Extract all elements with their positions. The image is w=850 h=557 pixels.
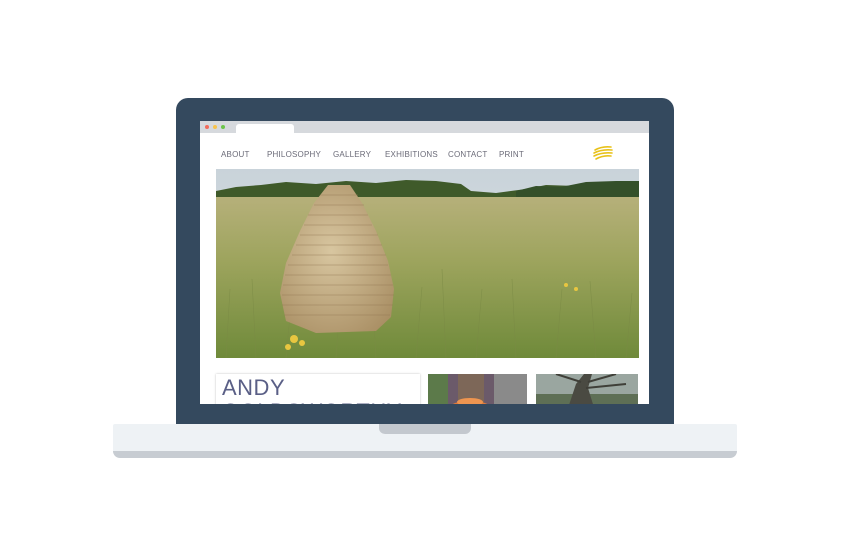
- laptop-base-edge: [113, 451, 737, 458]
- nav-item-exhibitions[interactable]: EXHIBITIONS: [385, 150, 438, 159]
- gallery-thumbnail-2[interactable]: [536, 374, 638, 404]
- hero-image: [216, 169, 639, 358]
- nav-item-print[interactable]: PRINT: [499, 150, 524, 159]
- browser-window: ABOUT PHILOSOPHY GALLERY EXHIBITIONS CON…: [200, 121, 649, 404]
- artist-name: ANDY GOLDSWORTHY: [222, 375, 401, 405]
- browser-tab[interactable]: [236, 124, 294, 133]
- nav-item-about[interactable]: ABOUT: [221, 150, 250, 159]
- laptop-notch: [379, 424, 471, 434]
- site-logo-icon[interactable]: [592, 145, 614, 161]
- nav-item-philosophy[interactable]: PHILOSOPHY: [267, 150, 321, 159]
- close-window-icon[interactable]: [205, 125, 209, 129]
- browser-title-bar: [200, 121, 649, 133]
- nav-item-gallery[interactable]: GALLERY: [333, 150, 371, 159]
- minimize-window-icon[interactable]: [213, 125, 217, 129]
- maximize-window-icon[interactable]: [221, 125, 225, 129]
- artist-name-card[interactable]: ANDY GOLDSWORTHY: [216, 374, 420, 404]
- nav-item-contact[interactable]: CONTACT: [448, 150, 487, 159]
- gallery-thumbnail-1[interactable]: [428, 374, 527, 404]
